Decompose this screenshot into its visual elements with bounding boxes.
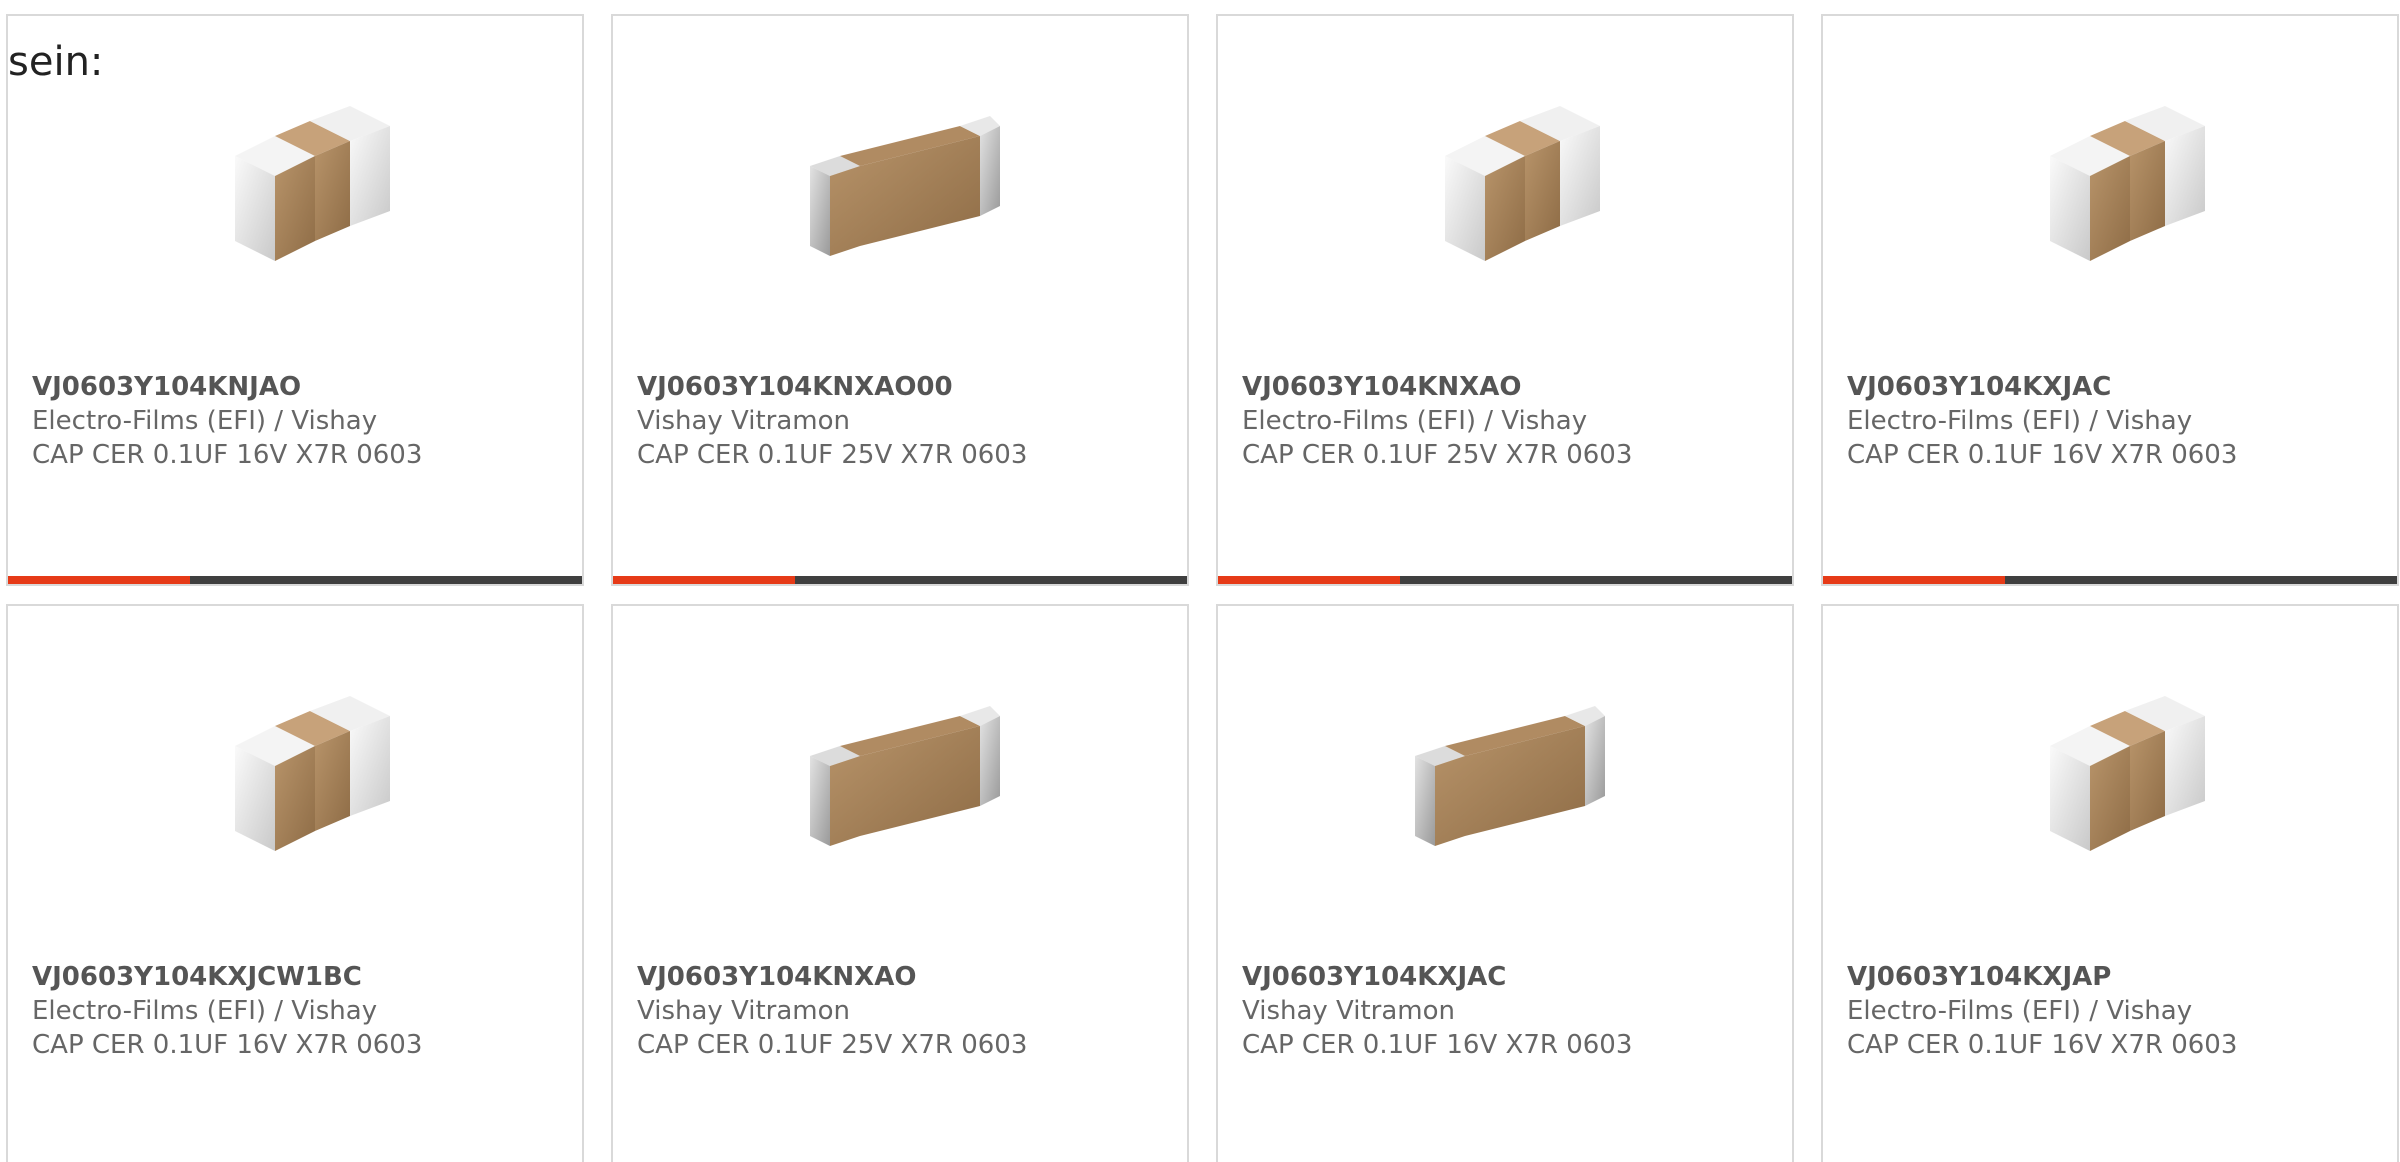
part-number-link[interactable]: VJ0603Y104KXJAP — [1847, 960, 2387, 994]
capacitor-large-icon[interactable] — [1218, 676, 1792, 886]
manufacturer-name: Vishay Vitramon — [1242, 996, 1456, 1026]
capacitor-small-icon[interactable] — [1823, 86, 2397, 296]
manufacturer-name: Vishay Vitramon — [637, 996, 851, 1026]
capacitor-large-icon[interactable] — [613, 676, 1187, 886]
product-info: VJ0603Y104KNXAO Vishay Vitramon CAP CER 0.… — [637, 960, 1177, 1062]
manufacturer-name: Electro-Films (EFI) / Vishay — [1242, 406, 1588, 436]
part-number-link[interactable]: VJ0603Y104KNJAO — [32, 370, 572, 404]
product-grid-page: sein: VJ0603Y104KNJAO Electro-Films (EFI)… — [0, 0, 2400, 1162]
product-card[interactable]: VJ0603Y104KNJAO Electro-Films (EFI) / Vis… — [6, 14, 584, 586]
card-accent-bar — [8, 576, 190, 584]
product-description: CAP CER 0.1UF 16V X7R 0603 — [1847, 440, 2238, 470]
product-description: CAP CER 0.1UF 25V X7R 0603 — [1242, 440, 1633, 470]
card-bottom-bar — [613, 576, 1187, 584]
capacitor-small-icon[interactable] — [8, 676, 582, 886]
manufacturer-name: Electro-Films (EFI) / Vishay — [1847, 406, 2193, 436]
product-info: VJ0603Y104KNXAO00 Vishay Vitramon CAP CER … — [637, 370, 1177, 472]
part-number-link[interactable]: VJ0603Y104KNXAO00 — [637, 370, 1177, 404]
capacitor-small-icon[interactable] — [8, 86, 582, 296]
part-number-link[interactable]: VJ0603Y104KXJAC — [1847, 370, 2387, 404]
product-info: VJ0603Y104KNJAO Electro-Films (EFI) / Vis… — [32, 370, 572, 472]
card-accent-bar — [1823, 576, 2005, 584]
manufacturer-name: Vishay Vitramon — [637, 406, 851, 436]
part-number-link[interactable]: VJ0603Y104KXJCW1BC — [32, 960, 572, 994]
product-card[interactable]: VJ0603Y104KXJAC Vishay Vitramon CAP CER 0.… — [1216, 604, 1794, 1162]
product-card[interactable]: VJ0603Y104KXJCW1BC Electro-Films (EFI) / … — [6, 604, 584, 1162]
product-description: CAP CER 0.1UF 25V X7R 0603 — [637, 1030, 1028, 1060]
manufacturer-name: Electro-Films (EFI) / Vishay — [32, 406, 378, 436]
product-description: CAP CER 0.1UF 16V X7R 0603 — [1847, 1030, 2238, 1060]
product-card[interactable]: VJ0603Y104KXJAP Electro-Films (EFI) / Vis… — [1821, 604, 2399, 1162]
card-bottom-bar — [1218, 576, 1792, 584]
capacitor-small-icon[interactable] — [1218, 86, 1792, 296]
product-info: VJ0603Y104KXJAC Electro-Films (EFI) / Vis… — [1847, 370, 2387, 472]
intro-text: sein: — [8, 39, 104, 85]
product-card[interactable]: VJ0603Y104KNXAO Electro-Films (EFI) / Vis… — [1216, 14, 1794, 586]
part-number-link[interactable]: VJ0603Y104KNXAO — [1242, 370, 1782, 404]
card-accent-bar — [1218, 576, 1400, 584]
product-info: VJ0603Y104KXJAC Vishay Vitramon CAP CER 0.… — [1242, 960, 1782, 1062]
product-info: VJ0603Y104KNXAO Electro-Films (EFI) / Vis… — [1242, 370, 1782, 472]
product-info: VJ0603Y104KXJCW1BC Electro-Films (EFI) / … — [32, 960, 572, 1062]
card-accent-bar — [613, 576, 795, 584]
manufacturer-name: Electro-Films (EFI) / Vishay — [1847, 996, 2193, 1026]
part-number-link[interactable]: VJ0603Y104KNXAO — [637, 960, 1177, 994]
product-card[interactable]: VJ0603Y104KXJAC Electro-Films (EFI) / Vis… — [1821, 14, 2399, 586]
card-bottom-bar — [8, 576, 582, 584]
product-description: CAP CER 0.1UF 25V X7R 0603 — [637, 440, 1028, 470]
manufacturer-name: Electro-Films (EFI) / Vishay — [32, 996, 378, 1026]
capacitor-small-icon[interactable] — [1823, 676, 2397, 886]
product-card[interactable]: VJ0603Y104KNXAO00 Vishay Vitramon CAP CER … — [611, 14, 1189, 586]
product-card[interactable]: VJ0603Y104KNXAO Vishay Vitramon CAP CER 0.… — [611, 604, 1189, 1162]
part-number-link[interactable]: VJ0603Y104KXJAC — [1242, 960, 1782, 994]
product-description: CAP CER 0.1UF 16V X7R 0603 — [32, 1030, 423, 1060]
product-description: CAP CER 0.1UF 16V X7R 0603 — [32, 440, 423, 470]
card-bottom-bar — [1823, 576, 2397, 584]
product-info: VJ0603Y104KXJAP Electro-Films (EFI) / Vis… — [1847, 960, 2387, 1062]
product-description: CAP CER 0.1UF 16V X7R 0603 — [1242, 1030, 1633, 1060]
capacitor-large-icon[interactable] — [613, 86, 1187, 296]
